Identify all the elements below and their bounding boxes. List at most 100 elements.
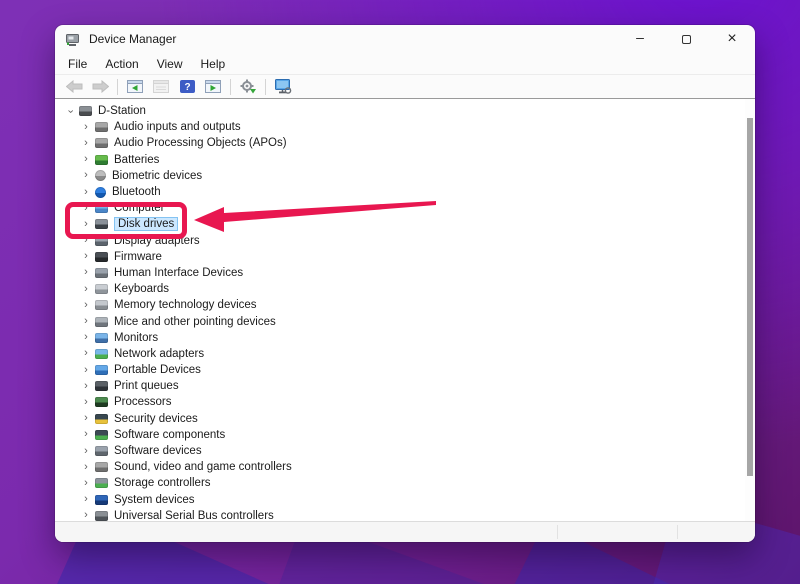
annotation-highlight-rect [65,202,187,239]
chevron-right-icon[interactable]: › [79,122,93,133]
chevron-right-icon[interactable]: › [79,365,93,376]
tree-item-human-interface-devices[interactable]: ›Human Interface Devices [55,265,755,281]
tree-item-label: Software devices [114,445,202,457]
chevron-right-icon[interactable]: › [79,397,93,408]
chevron-right-icon[interactable]: › [79,138,93,149]
tree-item-print-queues[interactable]: ›Print queues [55,378,755,394]
help-button[interactable]: ? [175,77,199,97]
chevron-right-icon[interactable]: › [79,267,93,278]
chevron-right-icon[interactable]: › [79,300,93,311]
tree-item-label: Firmware [114,251,162,263]
storage-controller-icon [95,478,108,488]
tree-item-mice-and-other-pointing-devices[interactable]: ›Mice and other pointing devices [55,313,755,329]
chevron-right-icon[interactable]: › [79,462,93,473]
chevron-right-icon[interactable]: › [79,413,93,424]
update-driver-button[interactable] [236,77,260,97]
chevron-right-icon[interactable]: › [79,170,93,181]
device-manager-window: Device Manager – × File Action View Help… [55,25,755,542]
mouse-icon [95,317,108,327]
scrollbar-track[interactable] [745,99,755,521]
forward-button[interactable] [88,77,112,97]
tree-item-storage-controllers[interactable]: › Storage controllers [55,475,755,491]
usb-icon [95,511,108,521]
chevron-right-icon[interactable]: › [79,251,93,262]
tree-item-keyboards[interactable]: ›Keyboards [55,281,755,297]
chevron-right-icon[interactable]: › [79,284,93,295]
tree-item-software-devices[interactable]: › Software devices [55,443,755,459]
tree-item-network-adapters[interactable]: ›Network adapters [55,346,755,362]
statusbar-divider [557,525,558,539]
tree-item-label: Monitors [114,332,158,344]
tree-item-system-devices[interactable]: › System devices [55,492,755,508]
chevron-right-icon[interactable]: › [79,348,93,359]
scrollbar-thumb[interactable] [747,118,753,476]
tree-item-security-devices[interactable]: › Security devices [55,411,755,427]
tree-item-audio-processing-objects-apos[interactable]: ›Audio Processing Objects (APOs) [55,135,755,151]
portable-device-icon [95,365,108,375]
processor-icon [95,397,108,407]
device-manager-app-icon [65,31,81,47]
chevron-right-icon[interactable]: › [79,494,93,505]
chevron-right-icon[interactable]: › [79,510,93,521]
tree-item-biometric-devices[interactable]: › Biometric devices [55,168,755,184]
monitor-icon [95,333,108,343]
close-button[interactable]: × [709,25,755,53]
menu-view[interactable]: View [148,55,192,73]
window-title: Device Manager [89,32,176,46]
statusbar [55,521,755,542]
minimize-button[interactable]: – [617,25,663,53]
tree-item-label: Storage controllers [114,477,211,489]
firmware-chip-icon [95,252,108,262]
menu-file[interactable]: File [59,55,96,73]
tree-item-monitors[interactable]: › Monitors [55,330,755,346]
chevron-right-icon[interactable]: › [79,154,93,165]
tree-item-software-components[interactable]: ›Software components [55,427,755,443]
toolbar-separator [117,79,118,95]
tree-item-portable-devices[interactable]: › Portable Devices [55,362,755,378]
menu-help[interactable]: Help [192,55,235,73]
tree-item-d-station[interactable]: ›D-Station [55,103,755,119]
tree-item-label: Universal Serial Bus controllers [114,510,274,521]
svg-text:?: ? [184,82,190,93]
tree-item-label: Memory technology devices [114,299,257,311]
tree-item-label: Security devices [114,413,198,425]
security-device-icon [95,414,108,424]
network-adapter-icon [95,349,108,359]
tree-item-batteries[interactable]: ›Batteries [55,152,755,168]
keyboard-icon [95,284,108,294]
tree-item-processors[interactable]: › Processors [55,394,755,410]
memory-icon [95,300,108,310]
scan-for-hardware-changes-button[interactable] [271,77,295,97]
chevron-right-icon[interactable]: › [79,316,93,327]
tree-item-memory-technology-devices[interactable]: › Memory technology devices [55,297,755,313]
tree-item-firmware[interactable]: › Firmware [55,249,755,265]
tree-item-sound-video-and-game-controllers[interactable]: ›Sound, video and game controllers [55,459,755,475]
close-icon: × [727,30,736,48]
annotation-arrow [192,196,438,239]
tree-item-audio-inputs-and-outputs[interactable]: ›Audio inputs and outputs [55,119,755,135]
chevron-right-icon[interactable]: › [79,381,93,392]
chevron-right-icon[interactable]: › [79,332,93,343]
titlebar[interactable]: Device Manager – × [55,25,755,53]
fingerprint-icon [95,170,106,181]
show-console-tree-button[interactable] [123,77,147,97]
chevron-right-icon[interactable]: › [79,446,93,457]
software-component-icon [95,430,108,440]
show-action-pane-button[interactable] [201,77,225,97]
tree-item-universal-serial-bus-controllers[interactable]: › Universal Serial Bus controllers [55,508,755,521]
tree-item-label: Processors [114,396,172,408]
maximize-button[interactable] [663,25,709,53]
chevron-down-icon[interactable]: › [65,104,76,118]
tree-item-label: Portable Devices [114,364,201,376]
hid-icon [95,268,108,278]
tree-item-label: Biometric devices [112,170,202,182]
system-device-icon [95,495,108,505]
properties-button[interactable] [149,77,173,97]
chevron-right-icon[interactable]: › [79,478,93,489]
menu-action[interactable]: Action [96,55,147,73]
speaker-icon [95,122,108,132]
tree-item-label: System devices [114,494,195,506]
back-button[interactable] [62,77,86,97]
chevron-right-icon[interactable]: › [79,429,93,440]
chevron-right-icon[interactable]: › [79,187,93,198]
